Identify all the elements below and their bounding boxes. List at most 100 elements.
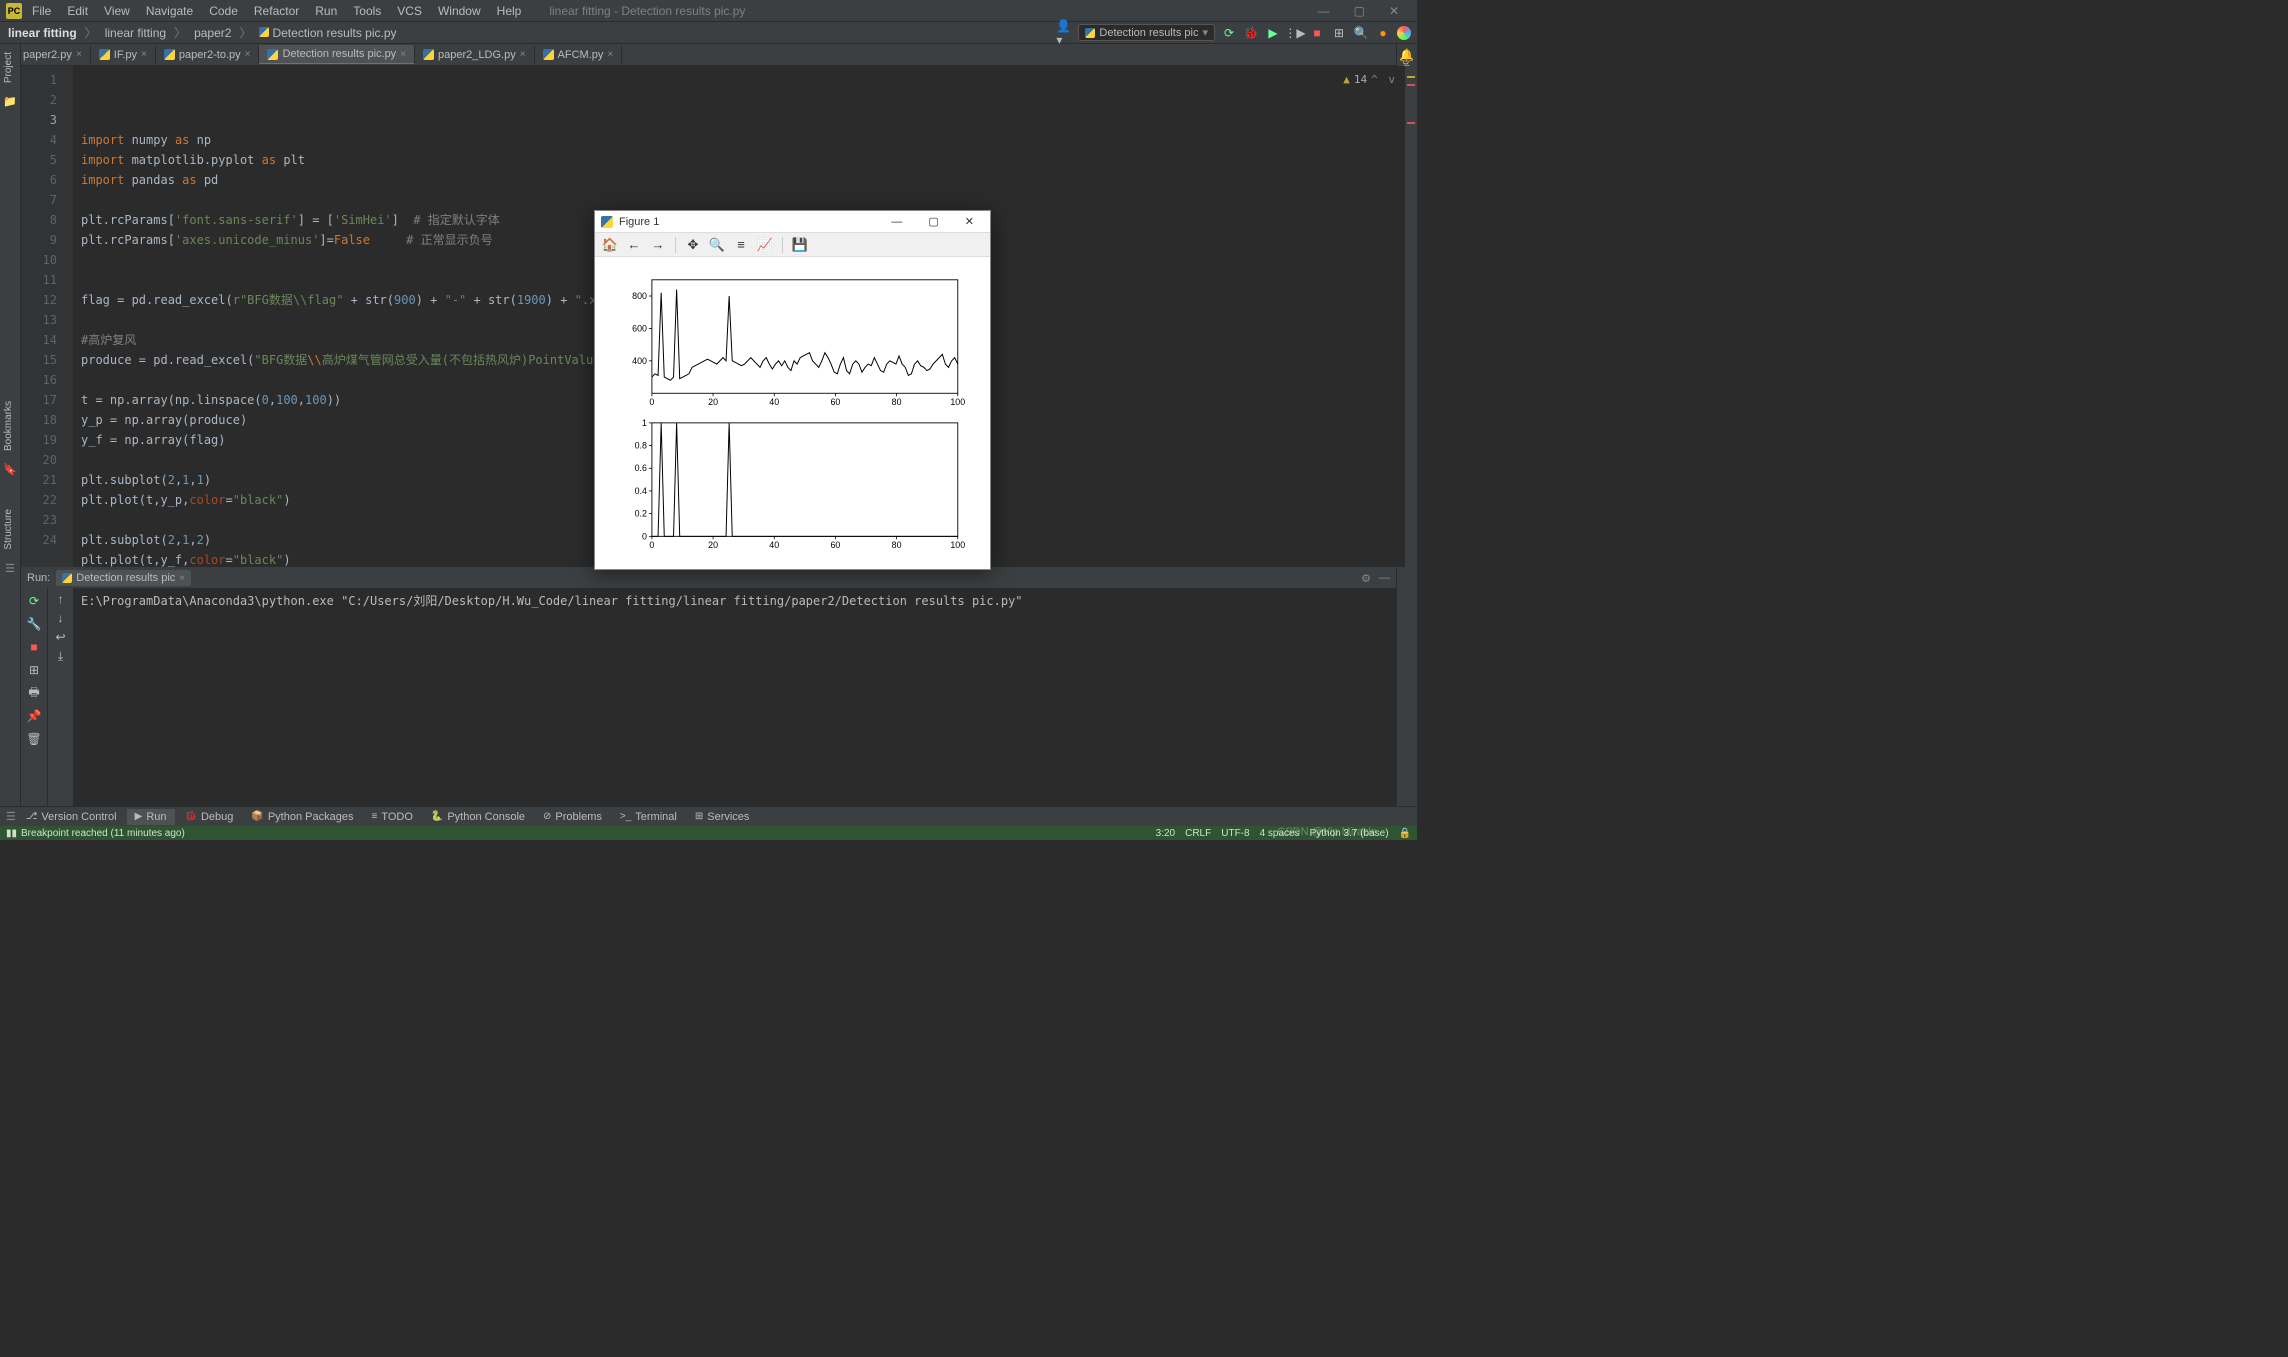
svg-text:40: 40 [769, 397, 779, 407]
editor-tab[interactable]: paper2_LDG.py× [415, 46, 535, 64]
breadcrumb-file[interactable]: Detection results pic.py [257, 26, 398, 40]
print-button[interactable]: 🖶 [25, 684, 43, 702]
edit-config-button[interactable]: 🔧 [25, 615, 43, 633]
svg-text:0: 0 [649, 540, 654, 550]
bottom-tab[interactable]: 🐞Debug [177, 809, 242, 825]
warnings-indicator[interactable]: ▲ 14 ^ v [1343, 70, 1397, 90]
breadcrumb[interactable]: linear fitting [103, 26, 168, 40]
menu-code[interactable]: Code [203, 2, 244, 20]
home-icon[interactable]: 🏠 [599, 235, 621, 255]
bottom-tab[interactable]: 🐍Python Console [423, 809, 533, 825]
figure-title: Figure 1 [619, 216, 659, 228]
close-icon[interactable]: × [400, 49, 406, 60]
notifications-bell-icon[interactable]: 🔔 [1399, 48, 1414, 62]
debug-button[interactable]: 🐞 [1243, 25, 1259, 41]
up-icon[interactable]: ↑ [58, 592, 64, 606]
rerun-button[interactable]: ⟳ [25, 592, 43, 610]
stop-button[interactable]: ■ [25, 638, 43, 656]
configure-icon[interactable]: ≡ [730, 235, 752, 255]
menu-navigate[interactable]: Navigate [140, 2, 199, 20]
menu-edit[interactable]: Edit [61, 2, 94, 20]
menu-window[interactable]: Window [432, 2, 487, 20]
maximize-button[interactable]: ▢ [1348, 4, 1371, 18]
bottom-tab[interactable]: 📦Python Packages [243, 809, 361, 825]
user-icon[interactable]: 👤 ▾ [1056, 25, 1072, 41]
maximize-button[interactable]: ▢ [918, 215, 948, 228]
bottom-tab[interactable]: ⎇Version Control [18, 809, 125, 825]
matplotlib-figure-window[interactable]: Figure 1 — ▢ ✕ 🏠 ← → ✥ 🔍 ≡ 📈 💾 400600800… [594, 210, 991, 570]
editor-scrollbar[interactable] [1405, 66, 1417, 567]
close-icon[interactable]: × [179, 573, 185, 584]
figure-canvas[interactable]: 40060080002040608010000.20.40.60.8102040… [595, 257, 990, 569]
cursor-position[interactable]: 3:20 [1156, 828, 1175, 839]
editor-tab[interactable]: IF.py× [91, 46, 156, 64]
bottom-tab[interactable]: ⊞Services [687, 809, 758, 825]
figure-titlebar[interactable]: Figure 1 — ▢ ✕ [595, 211, 990, 233]
pin-button[interactable]: 📌 [25, 707, 43, 725]
close-button[interactable]: ✕ [1383, 4, 1405, 18]
hide-icon[interactable]: — [1379, 572, 1390, 585]
structure-tab[interactable]: Structure [0, 501, 17, 558]
bottom-tab[interactable]: ≡TODO [363, 809, 420, 825]
console-output[interactable]: E:\ProgramData\Anaconda3\python.exe "C:/… [73, 588, 1396, 806]
back-icon[interactable]: ← [623, 235, 645, 255]
soft-wrap-icon[interactable]: ↩ [55, 630, 65, 644]
run-button[interactable]: ⟳ [1221, 25, 1237, 41]
scroll-to-end-icon[interactable]: ⤓ [58, 649, 63, 664]
bookmark-icon[interactable]: 🔖 [3, 463, 17, 477]
bottom-tab[interactable]: ⊘Problems [535, 809, 610, 825]
editor-tab[interactable]: paper2-to.py× [156, 46, 260, 64]
close-icon[interactable]: × [607, 49, 613, 60]
save-icon[interactable]: 💾 [789, 235, 811, 255]
svg-text:400: 400 [632, 356, 647, 366]
menu-file[interactable]: File [26, 2, 57, 20]
close-icon[interactable]: × [520, 49, 526, 60]
run-panel-tab[interactable]: Detection results pic × [56, 570, 191, 586]
run-with-coverage-button[interactable]: ▶ [1265, 25, 1281, 41]
svg-text:20: 20 [708, 397, 718, 407]
minimize-button[interactable]: — [881, 216, 912, 228]
forward-icon[interactable]: → [647, 235, 669, 255]
more-run-button[interactable]: ⋮▶ [1287, 25, 1303, 41]
search-icon[interactable]: 🔍 [1353, 25, 1369, 41]
project-tab[interactable]: Project [0, 44, 17, 91]
menu-vcs[interactable]: VCS [391, 2, 428, 20]
axes-icon[interactable]: 📈 [754, 235, 776, 255]
bookmarks-tab[interactable]: Bookmarks [0, 393, 17, 459]
minimize-button[interactable]: — [1312, 4, 1336, 18]
structure-icon[interactable]: ☰ [3, 562, 17, 576]
pan-icon[interactable]: ✥ [682, 235, 704, 255]
layout-button[interactable]: ⊞ [25, 661, 43, 679]
notifications-icon[interactable]: ● [1375, 25, 1391, 41]
encoding[interactable]: UTF-8 [1221, 828, 1249, 839]
close-icon[interactable]: × [141, 49, 147, 60]
close-button[interactable]: ✕ [955, 215, 984, 228]
folder-icon[interactable]: 📁 [3, 95, 17, 109]
menu-tools[interactable]: Tools [347, 2, 387, 20]
editor-tab[interactable]: AFCM.py× [535, 46, 623, 64]
menu-help[interactable]: Help [491, 2, 528, 20]
down-icon[interactable]: ↓ [58, 611, 64, 625]
status-message: Breakpoint reached (11 minutes ago) [21, 828, 185, 839]
tool-windows-icon[interactable]: ☰ [6, 810, 16, 823]
avatar-icon[interactable] [1397, 26, 1411, 40]
close-icon[interactable]: × [245, 49, 251, 60]
lock-icon[interactable]: 🔒 [1399, 828, 1411, 839]
stop-button[interactable]: ■ [1309, 25, 1325, 41]
gear-icon[interactable]: ⚙ [1361, 572, 1371, 585]
breadcrumb[interactable]: linear fitting [6, 26, 79, 40]
editor-tab[interactable]: Detection results pic.py× [259, 45, 415, 64]
bottom-tab[interactable]: >_Terminal [612, 809, 685, 825]
close-icon[interactable]: × [76, 49, 82, 60]
bottom-tab[interactable]: ▶Run [127, 809, 175, 825]
menu-refactor[interactable]: Refactor [248, 2, 305, 20]
line-separator[interactable]: CRLF [1185, 828, 1211, 839]
trash-button[interactable]: 🗑 [25, 730, 43, 748]
svg-text:0: 0 [649, 397, 654, 407]
menu-run[interactable]: Run [309, 2, 343, 20]
vcs-update-icon[interactable]: ⊞ [1331, 25, 1347, 41]
zoom-icon[interactable]: 🔍 [706, 235, 728, 255]
breadcrumb[interactable]: paper2 [192, 26, 233, 40]
run-config-selector[interactable]: Detection results pic ▾ [1078, 24, 1215, 41]
menu-view[interactable]: View [98, 2, 136, 20]
